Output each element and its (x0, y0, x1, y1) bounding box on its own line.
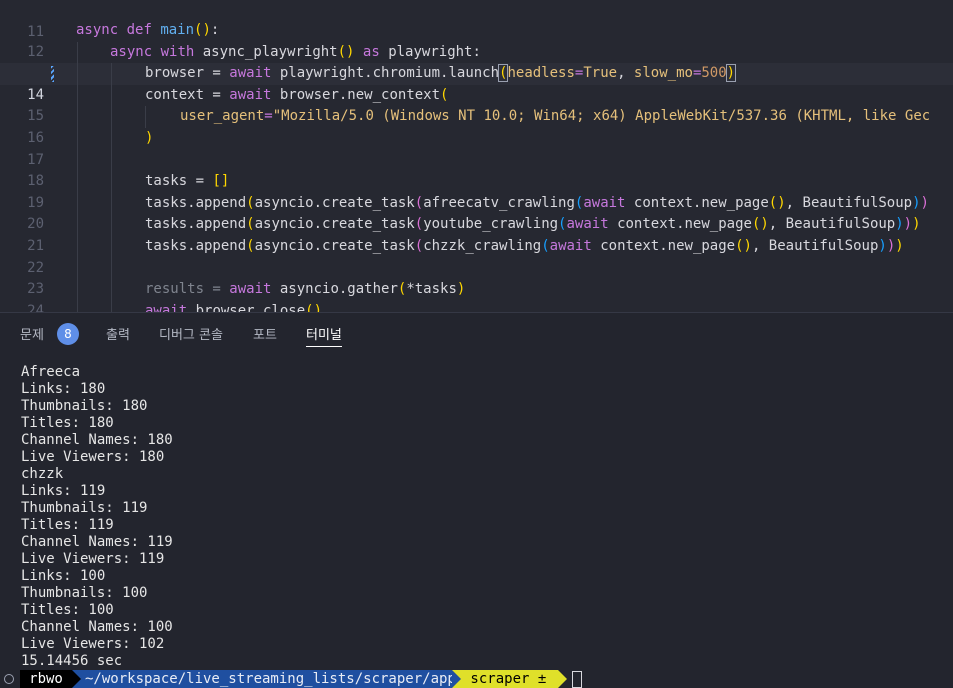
terminal-line: Titles: 100 (21, 602, 114, 618)
powerline-arrow-icon (558, 670, 567, 688)
indent-guide (111, 171, 112, 193)
circle-icon (4, 674, 14, 684)
code-line[interactable]: 11 (0, 0, 953, 40)
terminal-line: Live Viewers: 119 (21, 551, 165, 567)
indent-guide (111, 279, 112, 301)
indent-guide (77, 214, 78, 236)
indent-guide (77, 279, 78, 301)
terminal-line: Thumbnails: 180 (21, 398, 148, 414)
indent-guide (145, 106, 146, 128)
indent-guide (77, 63, 78, 85)
indent-guide (111, 106, 112, 128)
indent-guide (111, 236, 112, 258)
code-text: browser = await playwright.chromium.laun… (145, 64, 737, 83)
modified-indicator (51, 66, 54, 83)
terminal-line: Channel Names: 180 (21, 432, 173, 448)
code-line[interactable]: 19 tasks = [] (0, 171, 953, 211)
tab-problems[interactable]: 문제 (20, 326, 44, 346)
terminal-output: Afreeca Links: 180 Thumbnails: 180 Title… (21, 364, 173, 670)
terminal-prompt[interactable]: rbwo ~/workspace/live_streaming_lists/sc… (0, 670, 953, 688)
indent-guide (111, 192, 112, 215)
terminal-line: Links: 100 (21, 568, 106, 584)
code-line[interactable]: 23 (0, 257, 953, 297)
indent-guide (111, 149, 112, 172)
terminal-line: Channel Names: 119 (21, 534, 173, 550)
code-line-current[interactable]: 14 browser = await playwright.chromium.l… (0, 63, 953, 103)
code-line[interactable]: 13 async with async_playwright() as play… (0, 41, 953, 81)
indent-guide (111, 84, 112, 107)
problems-count-badge: 8 (57, 323, 79, 345)
code-text: results = await asyncio.gather(*tasks) (145, 281, 466, 298)
code-editor[interactable]: 11 12 async def main(): 13 async with as… (0, 0, 953, 312)
code-line[interactable]: 24 results = await asyncio.gather(*tasks… (0, 279, 953, 312)
indent-guide (77, 236, 78, 258)
indent-guide (77, 300, 78, 312)
code-text: tasks.append(asyncio.create_task(chzzk_c… (145, 238, 904, 254)
code-line[interactable]: 18 (0, 149, 953, 189)
indent-guide (111, 214, 112, 236)
terminal-line: chzzk (21, 466, 64, 482)
indent-guide (111, 257, 112, 280)
indent-guide (77, 171, 78, 193)
terminal[interactable]: Afreeca Links: 180 Thumbnails: 180 Title… (0, 356, 953, 688)
terminal-line: Channel Names: 100 (21, 619, 173, 635)
terminal-line: Thumbnails: 100 (21, 585, 148, 601)
terminal-line: 15.14456 sec (21, 653, 123, 669)
code-line[interactable]: 25 await browser.close() (0, 300, 953, 312)
vscode-window: 11 12 async def main(): 13 async with as… (0, 0, 953, 688)
code-line[interactable]: 21 tasks.append(asyncio.create_task(yout… (0, 214, 953, 254)
indent-guide (77, 41, 78, 64)
code-line[interactable]: 12 async def main(): (0, 20, 953, 60)
code-text: tasks.append(asyncio.create_task(afreeca… (145, 194, 929, 211)
terminal-line: Titles: 180 (21, 415, 114, 431)
terminal-line: Titles: 119 (21, 517, 114, 533)
code-text: user_agent="Mozilla/5.0 (Windows NT 10.0… (180, 108, 931, 125)
terminal-line: Links: 119 (21, 483, 106, 499)
code-text: async def main(): (76, 22, 220, 38)
terminal-line: Links: 180 (21, 381, 106, 397)
indent-guide (111, 300, 112, 312)
indent-guide (77, 128, 78, 150)
tab-ports[interactable]: 포트 (253, 326, 277, 346)
prompt-path: ~/workspace/live_streaming_lists/scraper… (72, 670, 456, 688)
code-text: await browser.close() (145, 302, 323, 312)
code-text: context = await browser.new_context( (145, 86, 449, 103)
terminal-line: Afreeca (21, 364, 81, 380)
code-line[interactable]: 17 ) (0, 128, 953, 168)
indent-guide (111, 128, 112, 150)
indent-guide (77, 149, 78, 172)
code-line[interactable]: 22 tasks.append(asyncio.create_task(chzz… (0, 236, 953, 276)
tab-output[interactable]: 출력 (106, 326, 130, 346)
code-text: tasks.append(asyncio.create_task(youtube… (145, 216, 921, 233)
tab-debug-console[interactable]: 디버그 콘솔 (159, 326, 223, 346)
indent-guide (77, 106, 78, 128)
code-text: ) (145, 130, 154, 146)
code-line[interactable]: 16 user_agent="Mozilla/5.0 (Windows NT 1… (0, 106, 953, 146)
terminal-cursor (572, 671, 582, 688)
terminal-line: Live Viewers: 102 (21, 636, 165, 652)
code-line[interactable]: 20 tasks.append(asyncio.create_task(afre… (0, 192, 953, 232)
terminal-line: Thumbnails: 119 (21, 500, 148, 516)
terminal-line: Live Viewers: 180 (21, 449, 165, 465)
prompt-user: rbwo (20, 670, 72, 688)
panel-tab-bar: 문제 8 출력 디버그 콘솔 포트 터미널 (0, 312, 953, 357)
powerline-arrow-icon (452, 670, 461, 688)
indent-guide (77, 257, 78, 280)
indent-guide (77, 192, 78, 215)
indent-guide (77, 84, 78, 107)
code-text: tasks = [] (145, 173, 230, 190)
indent-guide (111, 63, 112, 85)
tab-terminal[interactable]: 터미널 (306, 326, 342, 347)
powerline-arrow-icon (72, 670, 81, 688)
code-line[interactable]: 15 context = await browser.new_context( (0, 84, 953, 124)
code-text: async with async_playwright() as playwri… (110, 43, 481, 60)
prompt-git-branch: scraper ± (452, 670, 558, 688)
